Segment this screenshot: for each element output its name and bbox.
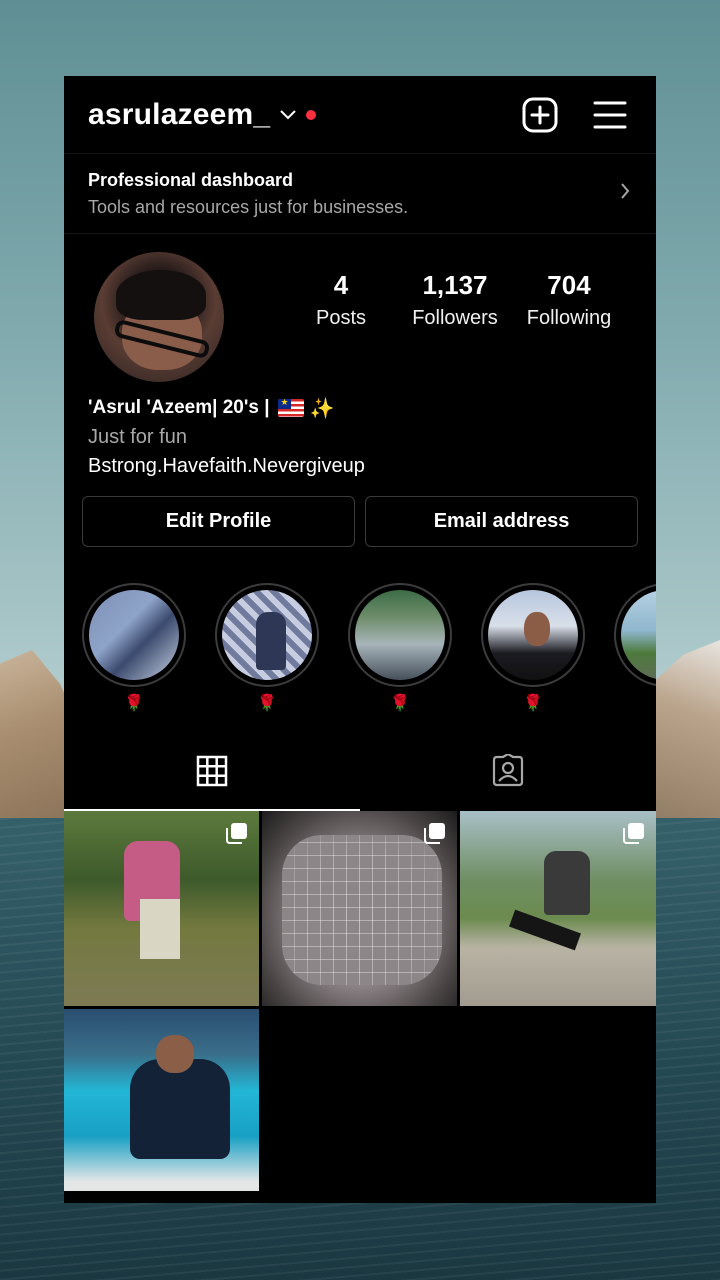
chevron-down-icon[interactable]	[280, 109, 297, 120]
following-stat[interactable]: 704 Following	[512, 270, 626, 330]
edit-profile-button[interactable]: Edit Profile	[82, 496, 355, 547]
avatar-hair	[116, 270, 206, 320]
followers-count: 1,137	[422, 270, 488, 300]
highlight-cover	[621, 590, 656, 680]
email-address-button[interactable]: Email address	[365, 496, 638, 547]
highlight-cover	[488, 590, 578, 680]
following-label: Following	[526, 307, 612, 329]
bio-text: Bstrong.Havefaith.Nevergiveup	[88, 455, 365, 477]
posts-count: 4	[333, 270, 349, 300]
highlight-item[interactable]: 🌹	[215, 583, 319, 715]
notification-dot	[306, 109, 317, 120]
profile-tabs	[64, 735, 656, 811]
profile-actions: Edit Profile Email address	[64, 496, 656, 547]
highlight-label: 🌹	[523, 695, 543, 712]
carousel-icon	[225, 821, 249, 850]
highlight-cover	[222, 590, 312, 680]
carousel-icon	[423, 821, 447, 850]
avatar[interactable]	[94, 252, 224, 382]
post-thumbnail[interactable]	[460, 811, 656, 1006]
bio-name-text: 'Asrul 'Azeem| 20's |	[88, 397, 270, 418]
highlight-label: 🌹	[257, 695, 277, 712]
carousel-icon	[622, 821, 646, 850]
sparkles-icon: ✨	[309, 397, 335, 420]
highlight-ring	[82, 583, 186, 687]
highlight-cover	[89, 590, 179, 680]
highlight-item[interactable]: 🌹	[481, 583, 585, 715]
highlight-ring	[215, 583, 319, 687]
chevron-right-icon	[620, 182, 630, 205]
post-thumbnail[interactable]	[64, 1009, 259, 1191]
bio-category: Just for fun	[88, 426, 187, 448]
following-count: 704	[547, 270, 591, 300]
highlight-item[interactable]: 🌹	[348, 583, 452, 715]
highlight-item[interactable]	[614, 583, 656, 715]
tagged-icon	[491, 752, 525, 793]
create-post-icon[interactable]	[518, 93, 562, 137]
highlight-label: 🌹	[390, 695, 410, 712]
top-bar: asrulazeem_	[64, 76, 656, 154]
menu-icon[interactable]	[588, 93, 632, 137]
followers-label: Followers	[412, 307, 498, 329]
tab-grid[interactable]	[64, 735, 360, 811]
bio-section: 'Asrul 'Azeem| 20's | ✨ Just for fun Bst…	[64, 394, 656, 478]
malaysia-flag-icon	[277, 399, 304, 417]
username-title[interactable]: asrulazeem_	[88, 98, 270, 132]
highlight-item[interactable]: 🌹	[82, 583, 186, 715]
followers-stat[interactable]: 1,137 Followers	[398, 270, 512, 330]
post-grid	[64, 811, 656, 1203]
dashboard-title: Professional dashboard	[88, 170, 294, 190]
empty-grid-slot	[262, 1009, 457, 1203]
professional-dashboard[interactable]: Professional dashboard Tools and resourc…	[64, 154, 656, 234]
posts-label: Posts	[315, 307, 367, 329]
tab-tagged[interactable]	[360, 735, 656, 811]
profile-screen: asrulazeem_ Professional dashboard Tools…	[64, 76, 656, 1203]
highlight-cover	[355, 590, 445, 680]
dashboard-subtitle: Tools and resources just for businesses.	[88, 197, 409, 217]
bio-name-line: 'Asrul 'Azeem| 20's | ✨	[88, 394, 632, 422]
highlight-ring	[481, 583, 585, 687]
profile-stats: 4 Posts 1,137 Followers 704 Following	[284, 270, 626, 330]
post-thumbnail[interactable]	[64, 811, 259, 1006]
grid-icon	[196, 755, 228, 792]
highlight-label	[614, 693, 656, 715]
highlight-ring	[348, 583, 452, 687]
highlight-ring	[614, 583, 656, 687]
story-highlights: 🌹 🌹 🌹 🌹	[64, 583, 656, 733]
empty-grid-slot	[460, 1009, 656, 1203]
posts-stat[interactable]: 4 Posts	[284, 270, 398, 330]
profile-header: 4 Posts 1,137 Followers 704 Following	[64, 234, 656, 394]
post-thumbnail[interactable]	[262, 811, 457, 1006]
highlight-label: 🌹	[124, 695, 144, 712]
